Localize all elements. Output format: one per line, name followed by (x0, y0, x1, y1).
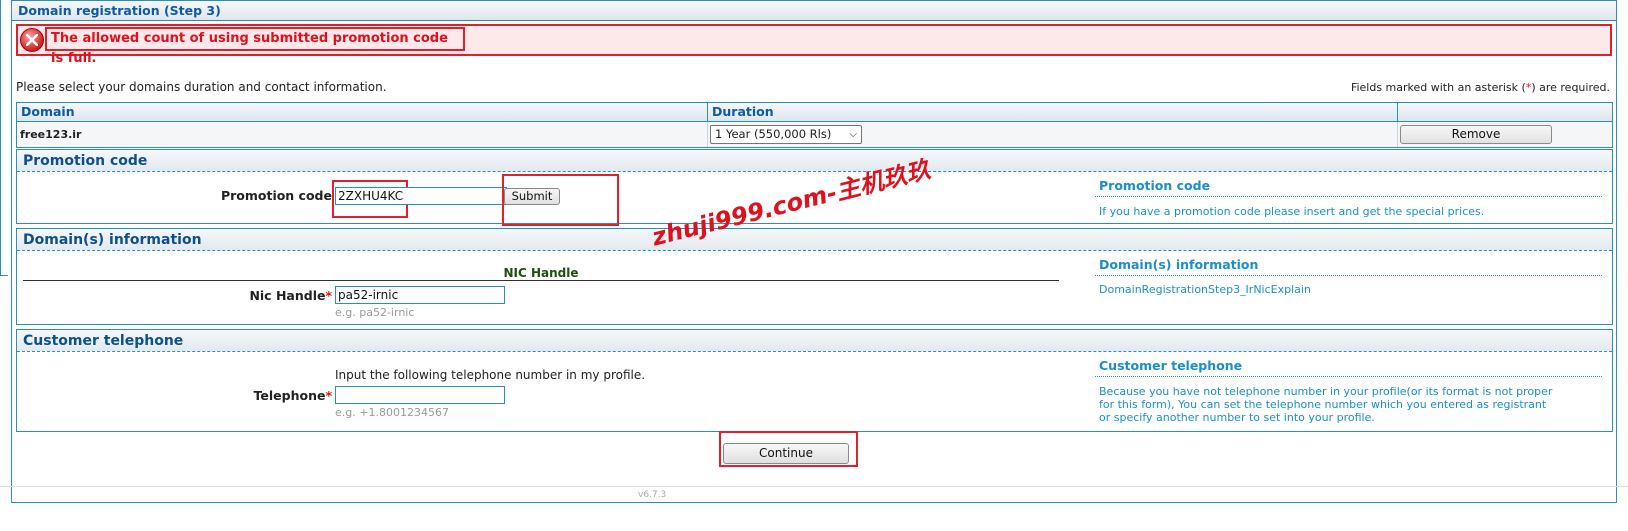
duration-cell: 1 Year (550,000 Rls) ⌵ (708, 122, 1398, 147)
nic-handle-subheading: NIC Handle (503, 266, 579, 280)
chevron-down-icon: ⌵ (849, 129, 857, 140)
telephone-label: Telephone* (177, 388, 332, 403)
domains-table-header: Domain Duration (17, 103, 1612, 122)
required-note: Fields marked with an asterisk (*) are r… (1351, 81, 1610, 94)
promotion-side-text: If you have a promotion code please inse… (1099, 205, 1485, 218)
domain-name-cell: free123.ir (17, 122, 708, 147)
telephone-instruction: Input the following telephone number in … (335, 368, 646, 382)
promotion-side-divider (1095, 196, 1602, 197)
domain-info-side-title: Domain(s) information (1099, 257, 1259, 272)
domain-info-side-divider (1095, 275, 1602, 276)
telephone-side-text: Because you have not telephone number in… (1099, 385, 1553, 424)
promotion-section-heading: Promotion code (17, 150, 1612, 172)
error-message: The allowed count of using submitted pro… (45, 27, 465, 66)
telephone-label-text: Telephone (253, 388, 326, 403)
page-title: Domain registration (Step 3) (12, 1, 1616, 21)
promotion-code-input[interactable]: 2ZXHU4KC (335, 187, 507, 205)
duration-select[interactable]: 1 Year (550,000 Rls) ⌵ (710, 125, 862, 144)
required-star: * (325, 388, 332, 403)
domain-info-section: Domain(s) information NIC Handle Nic Han… (16, 228, 1613, 325)
telephone-section-heading: Customer telephone (17, 330, 1612, 352)
nic-handle-label-text: Nic Handle (249, 288, 326, 303)
domain-registration-panel: Domain registration (Step 3) The allowed… (11, 0, 1617, 503)
table-row: free123.ir 1 Year (550,000 Rls) ⌵ Remove (17, 122, 1612, 147)
column-header-domain: Domain (17, 103, 708, 121)
column-header-duration: Duration (708, 103, 1398, 121)
required-star: * (325, 288, 332, 303)
error-icon (20, 28, 44, 52)
column-header-action (1398, 103, 1612, 121)
customer-telephone-section: Customer telephone Input the following t… (16, 329, 1613, 432)
intro-text: Please select your domains duration and … (16, 80, 387, 94)
promotion-code-label: Promotion code (220, 188, 332, 203)
required-note-pre: Fields marked with an asterisk ( (1350, 81, 1526, 94)
nic-handle-label: Nic Handle* (177, 288, 332, 303)
domains-table: Domain Duration free123.ir 1 Year (550,0… (16, 102, 1613, 148)
action-cell: Remove (1398, 122, 1612, 147)
nic-handle-divider (23, 280, 1059, 281)
nic-handle-hint: e.g. pa52-irnic (335, 306, 415, 319)
duration-selected-value: 1 Year (550,000 Rls) (715, 127, 832, 141)
telephone-side-divider (1095, 376, 1602, 377)
submit-button[interactable]: Submit (504, 188, 560, 205)
promotion-side-title: Promotion code (1099, 178, 1211, 193)
left-border-line (0, 0, 1, 275)
domain-info-side-text: DomainRegistrationStep3_IrNicExplain (1099, 283, 1311, 296)
left-border-tick (0, 275, 8, 276)
nic-handle-input[interactable]: pa52-irnic (335, 286, 505, 304)
error-banner: The allowed count of using submitted pro… (16, 24, 1612, 66)
continue-button[interactable]: Continue (723, 443, 849, 464)
domain-info-section-heading: Domain(s) information (17, 229, 1612, 251)
footer-divider (0, 486, 1628, 487)
telephone-side-title: Customer telephone (1099, 358, 1243, 373)
required-note-post: ) are required. (1531, 81, 1610, 94)
telephone-hint: e.g. +1.8001234567 (335, 406, 449, 419)
remove-button[interactable]: Remove (1400, 125, 1552, 144)
telephone-input[interactable] (335, 386, 505, 404)
version-label: v6.7.3 (638, 490, 667, 500)
